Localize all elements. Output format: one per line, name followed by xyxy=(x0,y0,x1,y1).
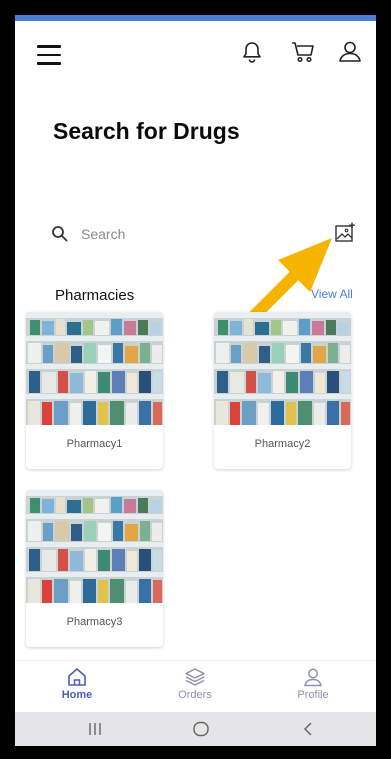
view-all-link[interactable]: View All xyxy=(311,287,353,301)
pharmacy-shelf-image xyxy=(214,312,351,425)
search-icon xyxy=(52,226,68,242)
app-screen: Search for Drugs Pharmacies View All xyxy=(15,15,376,746)
image-add-icon[interactable] xyxy=(333,221,357,245)
pharmacy-card[interactable]: Pharmacy1 xyxy=(26,312,163,469)
circle-home-icon[interactable] xyxy=(191,720,211,738)
nav-orders[interactable]: Orders xyxy=(155,667,235,709)
nav-profile[interactable]: Profile xyxy=(273,667,353,709)
search-input[interactable] xyxy=(81,221,301,247)
user-icon xyxy=(304,668,322,687)
pharmacies-section-title: Pharmacies xyxy=(55,287,135,304)
cart-icon[interactable] xyxy=(290,39,316,65)
status-accent-bar xyxy=(15,15,376,21)
back-chevron-icon[interactable] xyxy=(298,720,318,738)
home-icon xyxy=(68,668,86,686)
pharmacy-name: Pharmacy3 xyxy=(66,616,123,628)
device-frame: Search for Drugs Pharmacies View All xyxy=(3,3,388,756)
nav-home[interactable]: Home xyxy=(37,667,117,709)
system-nav-bar xyxy=(15,712,376,746)
pharmacy-name: Pharmacy1 xyxy=(66,438,123,450)
pharmacy-shelf-image xyxy=(26,312,163,425)
bottom-nav: Home Orders Profile xyxy=(15,660,376,712)
pharmacy-card[interactable]: Pharmacy2 xyxy=(214,312,351,469)
nav-profile-label: Profile xyxy=(297,689,329,701)
pharmacy-card[interactable]: Pharmacy3 xyxy=(26,490,163,647)
bell-icon[interactable] xyxy=(239,39,265,65)
nav-orders-label: Orders xyxy=(178,689,212,701)
pharmacy-shelf-image xyxy=(26,490,163,603)
nav-home-label: Home xyxy=(61,689,93,701)
recents-icon[interactable] xyxy=(85,720,105,738)
search-bar xyxy=(51,219,355,249)
page-title: Search for Drugs xyxy=(53,118,240,144)
layers-icon xyxy=(185,668,205,686)
app-header xyxy=(15,33,376,73)
pharmacy-name: Pharmacy2 xyxy=(254,438,311,450)
user-icon[interactable] xyxy=(337,39,363,65)
hamburger-menu-icon[interactable] xyxy=(37,45,61,65)
